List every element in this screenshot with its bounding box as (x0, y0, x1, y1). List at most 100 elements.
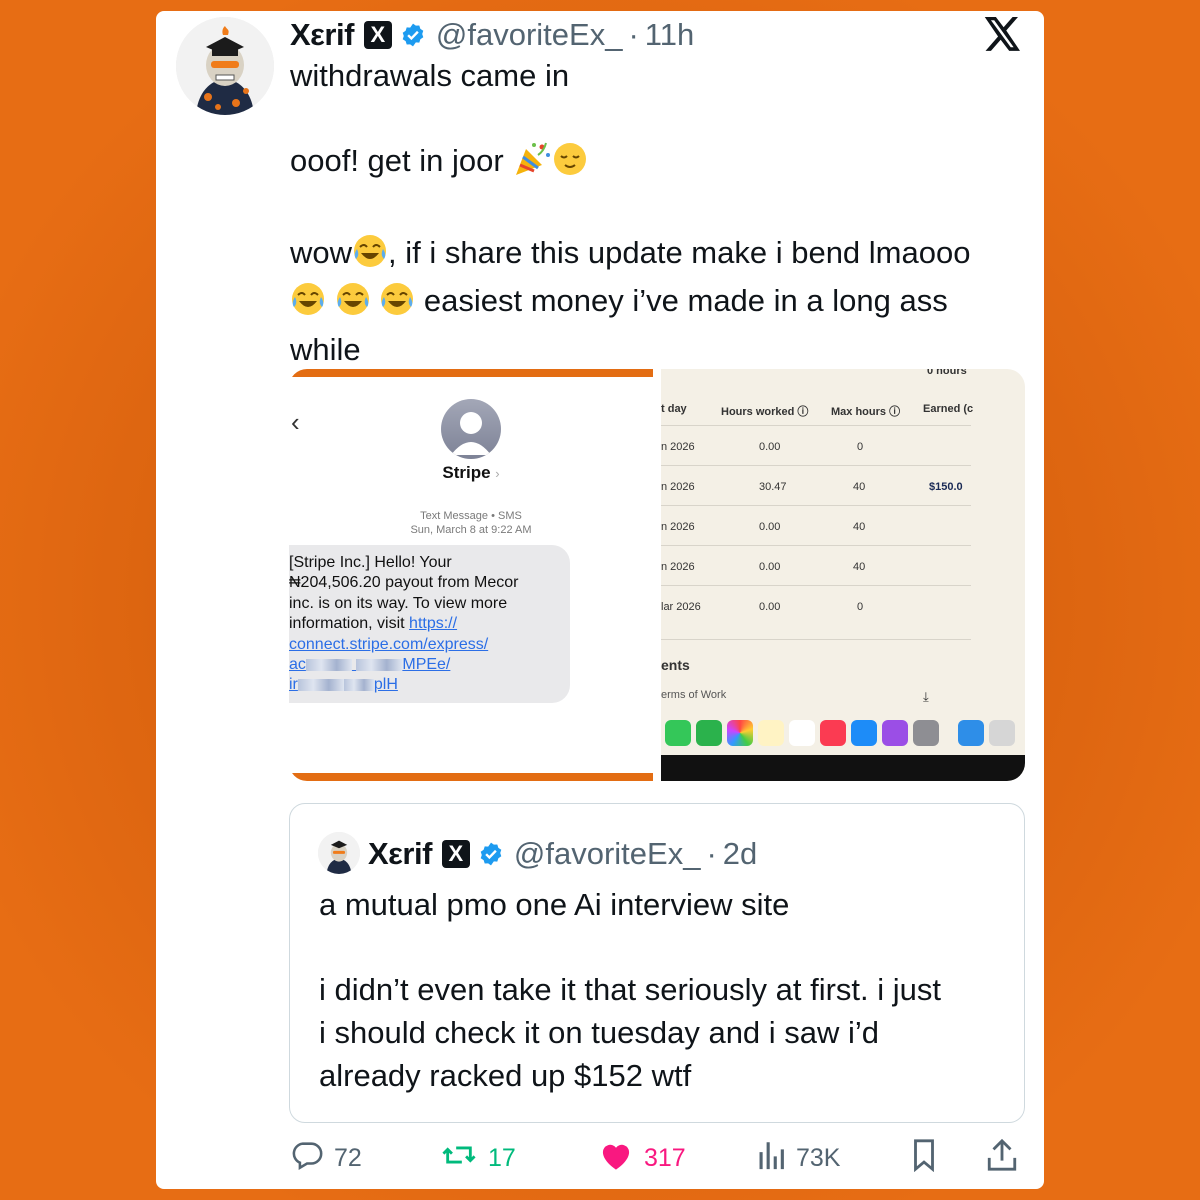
table-header: Earned (c (923, 403, 974, 415)
table-cell: 40 (853, 521, 866, 533)
sms-line: [Stripe Inc.] Hello! Your (289, 554, 452, 571)
quoted-line: i didn’t even take it that seriously at … (319, 972, 941, 1008)
tweet-line: wow , if i share this update make i bend … (290, 232, 1040, 281)
sms-screenshot[interactable]: ‹ Stripe › Text Message • SMS Sun, March… (289, 369, 653, 781)
quoted-line: already racked up $152 wtf (319, 1057, 692, 1093)
quoted-author-name[interactable]: Xεrif (368, 836, 432, 872)
tweet-text: withdrawals came in ooof! get in joor wo… (290, 55, 1040, 372)
music-icon (820, 720, 846, 746)
like-button[interactable]: 317 (598, 1136, 686, 1180)
joy-emoji-icon (379, 281, 415, 329)
author-handle[interactable]: @favoriteEx_ (436, 17, 623, 53)
reply-icon (290, 1138, 334, 1179)
tweet-line: ooof! get in joor (290, 140, 1040, 189)
sms-link-text: ac (289, 656, 306, 674)
tweet-line: withdrawals came in (290, 58, 570, 93)
x-affiliate-badge: X (441, 840, 470, 868)
table-header: Max hours ⓘ (831, 406, 901, 418)
redacted-blur (356, 658, 403, 671)
repost-count: 17 (488, 1143, 516, 1172)
heart-icon (598, 1139, 644, 1178)
photos-icon (727, 720, 753, 746)
joy-emoji-icon (335, 281, 371, 329)
redacted-blur (305, 658, 352, 671)
joy-emoji-icon (290, 281, 326, 329)
sms-link[interactable]: ac MPEe/ (289, 655, 560, 675)
sms-link-text: MPEe/ (402, 656, 451, 674)
table-cell: 40 (853, 481, 866, 493)
mac-dock (661, 713, 1025, 753)
sms-link[interactable]: connect.stripe.com/express/ (289, 635, 560, 655)
reply-count: 72 (334, 1143, 362, 1172)
avatar-illustration-icon (176, 17, 274, 115)
table-header: t day (661, 403, 687, 415)
sms-line-text: information, visit (289, 615, 410, 633)
table-cell: 0.00 (759, 601, 781, 613)
table-cell: n 2026 (661, 481, 695, 493)
tweet-timestamp[interactable]: 11h (645, 17, 694, 53)
views-icon (756, 1138, 796, 1179)
table-cell: $150.0 (929, 481, 963, 493)
repost-button[interactable]: 17 (440, 1136, 516, 1180)
table-cell: 0.00 (759, 441, 781, 453)
sms-meta-type: Text Message • SMS (420, 510, 522, 522)
share-button[interactable] (986, 1136, 1028, 1180)
quoted-tweet-header: Xεrif X @favoriteEx_ · 2d (368, 834, 757, 874)
sms-link[interactable]: https:// (409, 615, 457, 632)
tweet-line-text: ooof! get in joor (290, 143, 504, 179)
tweet-header: Xεrif X @favoriteEx_ · 11h (290, 15, 694, 55)
quoted-tweet-text: a mutual pmo one Ai interview site i did… (319, 884, 1009, 1098)
table-cell: n 2026 (661, 521, 695, 533)
redacted-blur (297, 679, 344, 692)
quoted-author-handle[interactable]: @favoriteEx_ (514, 836, 701, 872)
table-cell: 0 (857, 441, 864, 453)
table-cell: 0 (857, 601, 864, 613)
x-logo-icon[interactable] (984, 17, 1022, 56)
tweet-line-text: easiest money i’ve made in a long ass (423, 283, 948, 319)
tweet-card[interactable]: Xεrif X @favoriteEx_ · 11h withdrawals c… (156, 11, 1044, 1189)
tweet-media[interactable]: ‹ Stripe › Text Message • SMS Sun, March… (289, 369, 1025, 781)
quoted-line-empty (319, 927, 1009, 970)
table-footer-item: erms of Work (661, 689, 727, 701)
sms-link[interactable]: ir plH (289, 675, 560, 695)
hours-table-photo[interactable]: 0 hours t day Hours worked ⓘ Max hours ⓘ… (661, 369, 1025, 781)
author-name[interactable]: Xεrif (290, 17, 354, 53)
relieved-face-icon (552, 141, 588, 189)
folder-icon (958, 720, 984, 746)
facetime-icon (696, 720, 722, 746)
table-cell: n 2026 (661, 441, 695, 453)
table-cell: 0.00 (759, 561, 781, 573)
table-cell: n 2026 (661, 561, 695, 573)
media-divider (653, 369, 661, 781)
tweet-line-text: , if i share this update make i bend lma… (388, 234, 971, 270)
bookmark-button[interactable] (910, 1136, 948, 1180)
tweet-line-empty (290, 189, 1040, 232)
sms-line: information, visit https:// (289, 614, 560, 634)
quoted-tweet[interactable]: Xεrif X @favoriteEx_ · 2d a mutual pmo o… (289, 803, 1025, 1123)
quoted-author-avatar[interactable] (318, 832, 360, 874)
views-button[interactable]: 73K (756, 1136, 840, 1180)
header-separator: · (628, 17, 639, 52)
table-divider (661, 585, 971, 586)
tweet-line: while (290, 332, 361, 368)
redacted-blur (343, 679, 374, 692)
quoted-line: i should check it on tuesday and i saw i… (319, 1015, 880, 1051)
table-divider (661, 465, 971, 466)
author-avatar[interactable] (176, 17, 274, 115)
avatar-illustration-icon (318, 832, 360, 874)
sms-sender-chevron-icon: › (495, 466, 500, 481)
table-header: Hours worked ⓘ (721, 406, 809, 418)
reply-button[interactable]: 72 (290, 1136, 362, 1180)
quoted-line: a mutual pmo one Ai interview site (319, 887, 790, 922)
sms-line: inc. is on its way. To view more (289, 594, 508, 612)
laptop-bezel (661, 755, 1025, 781)
view-count: 73K (796, 1143, 841, 1172)
table-divider (661, 425, 971, 426)
table-cell: 30.47 (759, 481, 787, 493)
quoted-timestamp[interactable]: 2d (723, 836, 757, 872)
tweet-line-text: wow (290, 234, 353, 270)
messages-icon (665, 720, 691, 746)
like-count: 317 (644, 1143, 686, 1172)
sms-meta-date: Sun, March 8 at 9:22 AM (410, 524, 532, 536)
contact-avatar-icon (441, 399, 501, 459)
